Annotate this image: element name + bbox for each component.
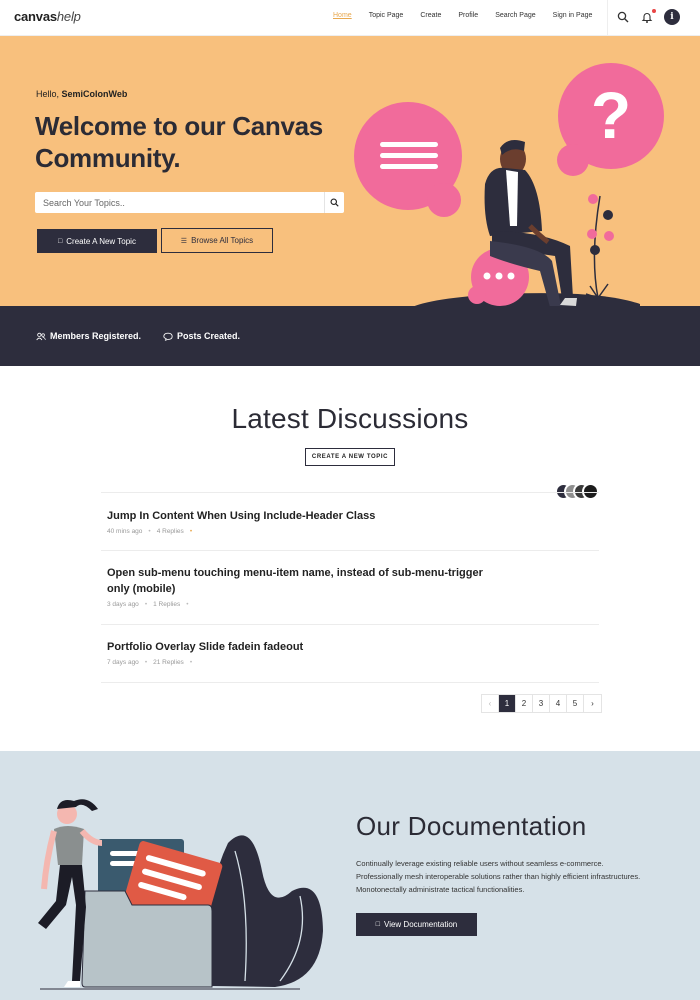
topic-title[interactable]: Jump In Content When Using Include-Heade… (107, 508, 375, 524)
status-dot-icon: • (189, 528, 193, 535)
pagination: ‹ 1 2 3 4 5 › (481, 694, 602, 713)
page-3-button[interactable]: 3 (533, 695, 550, 712)
hero-title: Welcome to our Canvas Community. (35, 111, 323, 173)
topic-meta: 40 mins ago • 4 Replies • (107, 528, 193, 535)
users-icon (36, 332, 46, 340)
community-illustration: ? (354, 63, 664, 308)
browse-topics-button[interactable]: ☰ Browse All Topics (161, 228, 273, 253)
page-5-button[interactable]: 5 (567, 695, 584, 712)
divider (101, 624, 599, 625)
documentation-illustration (38, 799, 323, 990)
create-topic-button[interactable]: □ Create A New Topic (37, 229, 157, 253)
create-topic-button-small[interactable]: CREATE A NEW TOPIC (305, 448, 395, 466)
nav-home[interactable]: Home (333, 12, 352, 19)
topic-meta: 3 days ago • 1 Replies • (107, 601, 189, 608)
nav-create[interactable]: Create (420, 12, 441, 19)
site-logo[interactable]: canvashelp (14, 9, 81, 24)
list-icon: ☰ (180, 237, 188, 245)
stats-band: Members Registered. Posts Created. (0, 306, 700, 366)
info-icon[interactable]: i (664, 9, 680, 25)
document-icon: □ (58, 237, 63, 245)
page-1-button[interactable]: 1 (499, 695, 516, 712)
divider (101, 550, 599, 551)
documentation-section: Our Documentation Continually leverage e… (0, 751, 700, 1000)
search-icon[interactable] (617, 10, 631, 24)
divider (101, 682, 599, 683)
document-icon: □ (375, 921, 380, 928)
svg-text:?: ? (591, 78, 631, 152)
topic-title[interactable]: Portfolio Overlay Slide fadein fadeout (107, 639, 303, 655)
members-stat: Members Registered. (36, 331, 141, 341)
topic-meta: 7 days ago • 21 Replies • (107, 659, 193, 666)
nav-profile[interactable]: Profile (458, 12, 478, 19)
hero-section: Hello, SemiColonWeb Welcome to our Canva… (0, 36, 700, 308)
discussions-title: Latest Discussions (231, 403, 469, 434)
chat-icon (163, 332, 173, 341)
notification-dot (652, 9, 656, 13)
view-documentation-button[interactable]: □ View Documentation (356, 913, 477, 936)
page-4-button[interactable]: 4 (550, 695, 567, 712)
posts-stat: Posts Created. (163, 331, 240, 341)
page-next-button[interactable]: › (584, 695, 601, 712)
main-nav: Home Topic Page Create Profile Search Pa… (333, 12, 609, 19)
list-item: Open sub-menu touching menu-item name, i… (107, 565, 507, 608)
page-2-button[interactable]: 2 (516, 695, 533, 712)
list-item: Portfolio Overlay Slide fadein fadeout 7… (107, 639, 303, 666)
bell-icon[interactable] (641, 9, 656, 24)
top-navbar: canvashelp Home Topic Page Create Profil… (0, 0, 700, 36)
nav-divider (607, 0, 608, 36)
list-item: Jump In Content When Using Include-Heade… (107, 508, 375, 535)
documentation-title: Our Documentation (356, 811, 587, 841)
search-icon (330, 198, 339, 207)
documentation-text: Continually leverage existing reliable u… (356, 859, 641, 894)
topic-title[interactable]: Open sub-menu touching menu-item name, i… (107, 565, 507, 597)
search-box (35, 192, 344, 213)
page-prev-button[interactable]: ‹ (482, 695, 499, 712)
nav-search-page[interactable]: Search Page (495, 12, 535, 19)
nav-sign-in-page[interactable]: Sign in Page (553, 12, 593, 19)
search-input[interactable] (35, 192, 323, 213)
divider (101, 492, 599, 493)
greeting: Hello, SemiColonWeb (36, 89, 128, 99)
nav-topic-page[interactable]: Topic Page (369, 12, 404, 19)
